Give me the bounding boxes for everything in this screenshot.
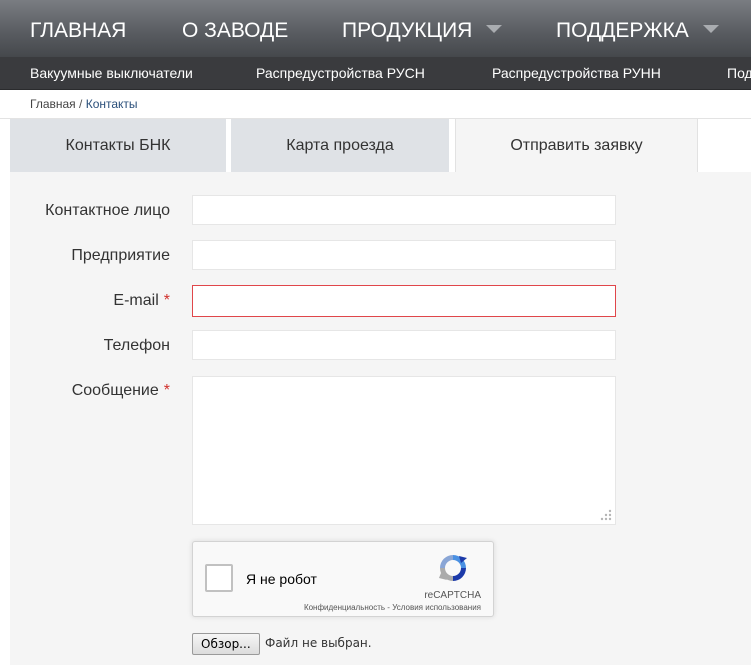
tab-contacts-label: Контакты БНК — [65, 137, 171, 154]
required-asterisk: * — [163, 292, 170, 309]
top-nav-products-label: ПРОДУКЦИЯ — [342, 19, 473, 42]
phone-label: Телефон — [10, 336, 170, 356]
resize-grip-icon[interactable] — [598, 507, 612, 521]
recaptcha-brand: reCAPTCHA — [424, 590, 481, 601]
sub-nav: Вакуумные выключатели Распредустройства … — [0, 57, 751, 90]
tab-send-request[interactable]: Отправить заявку — [455, 119, 698, 172]
top-nav-about-label: О ЗАВОДЕ — [182, 19, 289, 42]
company-label: Предприятие — [10, 246, 170, 266]
company-label-text: Предприятие — [71, 247, 170, 264]
tab-contacts[interactable]: Контакты БНК — [10, 119, 226, 172]
contact-person-input[interactable] — [192, 195, 616, 225]
chevron-down-icon — [486, 25, 503, 34]
recaptcha-terms-links[interactable]: Конфиденциальность - Условия использован… — [293, 603, 481, 612]
email-label: E-mail * — [10, 291, 170, 311]
recaptcha-checkbox[interactable] — [205, 564, 233, 592]
top-nav: ГЛАВНАЯ О ЗАВОДЕ ПРОДУКЦИЯ ПОДДЕРЖКА — [0, 0, 751, 57]
recaptcha-label: Я не робот — [246, 571, 317, 587]
tab-map-label: Карта проезда — [286, 137, 394, 154]
message-label-text: Сообщение — [71, 382, 159, 399]
recaptcha-logo-icon — [439, 555, 467, 581]
breadcrumb-home-link[interactable]: Главная — [30, 97, 76, 111]
top-nav-support[interactable]: ПОДДЕРЖКА — [556, 18, 719, 44]
tab-map[interactable]: Карта проезда — [231, 119, 449, 172]
top-nav-products[interactable]: ПРОДУКЦИЯ — [342, 18, 503, 44]
phone-input[interactable] — [192, 330, 616, 360]
breadcrumb: Главная / Контакты — [0, 90, 751, 119]
company-input[interactable] — [192, 240, 616, 270]
file-status-text: Файл не выбран. — [265, 636, 372, 650]
message-label: Сообщение * — [10, 381, 170, 401]
phone-label-text: Телефон — [103, 337, 170, 354]
top-nav-support-label: ПОДДЕРЖКА — [556, 19, 689, 42]
file-browse-button[interactable]: Обзор... — [192, 633, 260, 655]
top-nav-home[interactable]: ГЛАВНАЯ — [30, 18, 126, 44]
contact-person-label: Контактное лицо — [10, 201, 170, 221]
chevron-down-icon — [702, 25, 719, 34]
top-nav-about[interactable]: О ЗАВОДЕ — [182, 18, 288, 44]
top-nav-home-label: ГЛАВНАЯ — [30, 19, 127, 42]
sub-nav-runn[interactable]: Распредустройства РУНН — [492, 57, 661, 89]
tab-send-request-label: Отправить заявку — [510, 137, 643, 154]
recaptcha-widget: Я не робот reCAPTCHA Конфиденциальность … — [192, 541, 494, 617]
message-textarea[interactable] — [192, 376, 616, 525]
email-input[interactable] — [192, 285, 616, 317]
email-label-text: E-mail — [113, 292, 159, 309]
breadcrumb-separator: / — [79, 97, 83, 111]
breadcrumb-current: Контакты — [85, 97, 138, 111]
sub-nav-rusn[interactable]: Распредустройства РУСН — [256, 57, 425, 89]
required-asterisk: * — [163, 382, 170, 399]
sub-nav-support-truncated[interactable]: Под — [727, 57, 751, 89]
contact-person-label-text: Контактное лицо — [45, 202, 170, 219]
sub-nav-vacuum-breakers[interactable]: Вакуумные выключатели — [30, 57, 193, 89]
